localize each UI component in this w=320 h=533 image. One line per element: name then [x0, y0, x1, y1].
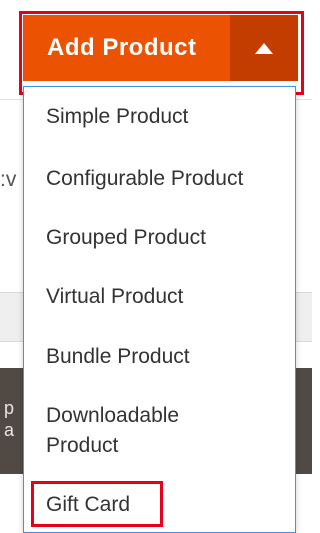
caret-up-icon: [255, 42, 273, 54]
add-product-button[interactable]: Add Product: [23, 15, 230, 81]
add-product-dropdown-menu: Simple Product Configurable Product Grou…: [23, 86, 296, 533]
menu-item-downloadable-line2: Product: [46, 434, 119, 457]
background-dark-text-1: p: [4, 398, 15, 418]
menu-item-configurable-product[interactable]: Configurable Product: [46, 164, 243, 194]
menu-item-virtual-product[interactable]: Virtual Product: [46, 282, 183, 312]
background-dark-text-2: a: [4, 420, 15, 440]
menu-item-gift-card[interactable]: Gift Card: [46, 490, 130, 520]
menu-item-grouped-product[interactable]: Grouped Product: [46, 223, 206, 253]
add-product-toggle-button[interactable]: [230, 15, 298, 81]
page: :v p a Add Product Simple Product Config…: [0, 0, 312, 533]
menu-item-downloadable-product[interactable]: Downloadable Product: [46, 401, 179, 461]
background-cut-text: :v: [0, 168, 17, 191]
add-product-split-button: Add Product: [23, 15, 298, 81]
menu-item-bundle-product[interactable]: Bundle Product: [46, 342, 190, 372]
menu-item-downloadable-line1: Downloadable: [46, 404, 180, 427]
menu-item-simple-product[interactable]: Simple Product: [46, 102, 188, 132]
